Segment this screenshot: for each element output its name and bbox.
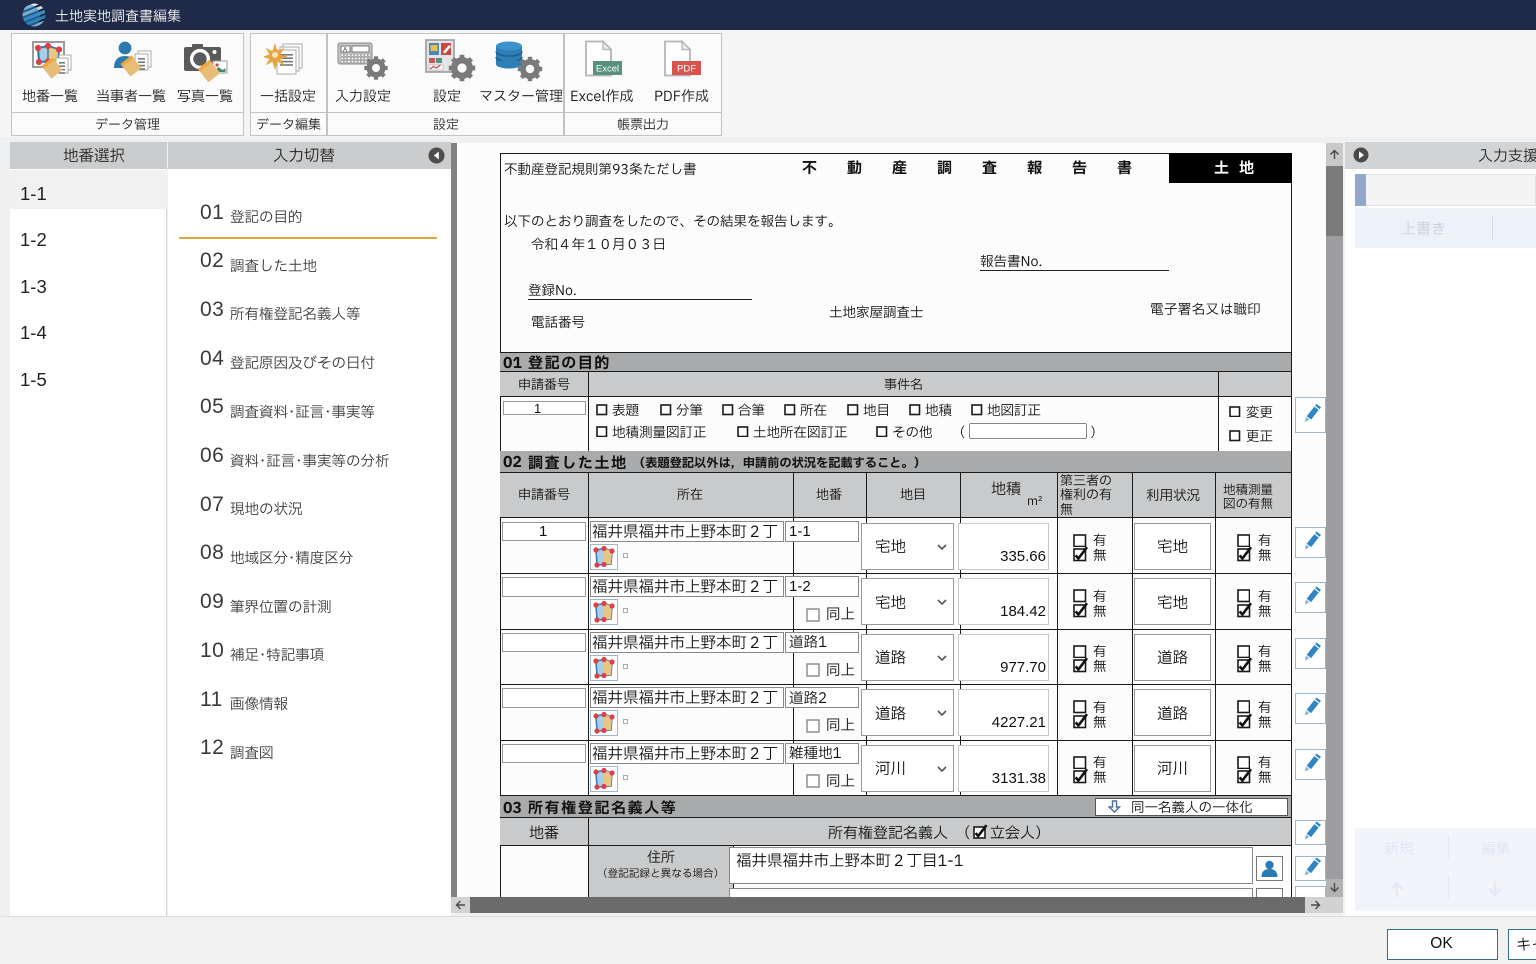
svg-text:A: A: [343, 48, 347, 54]
svg-text:Excel: Excel: [596, 64, 619, 75]
svg-text:PDF: PDF: [677, 64, 696, 75]
